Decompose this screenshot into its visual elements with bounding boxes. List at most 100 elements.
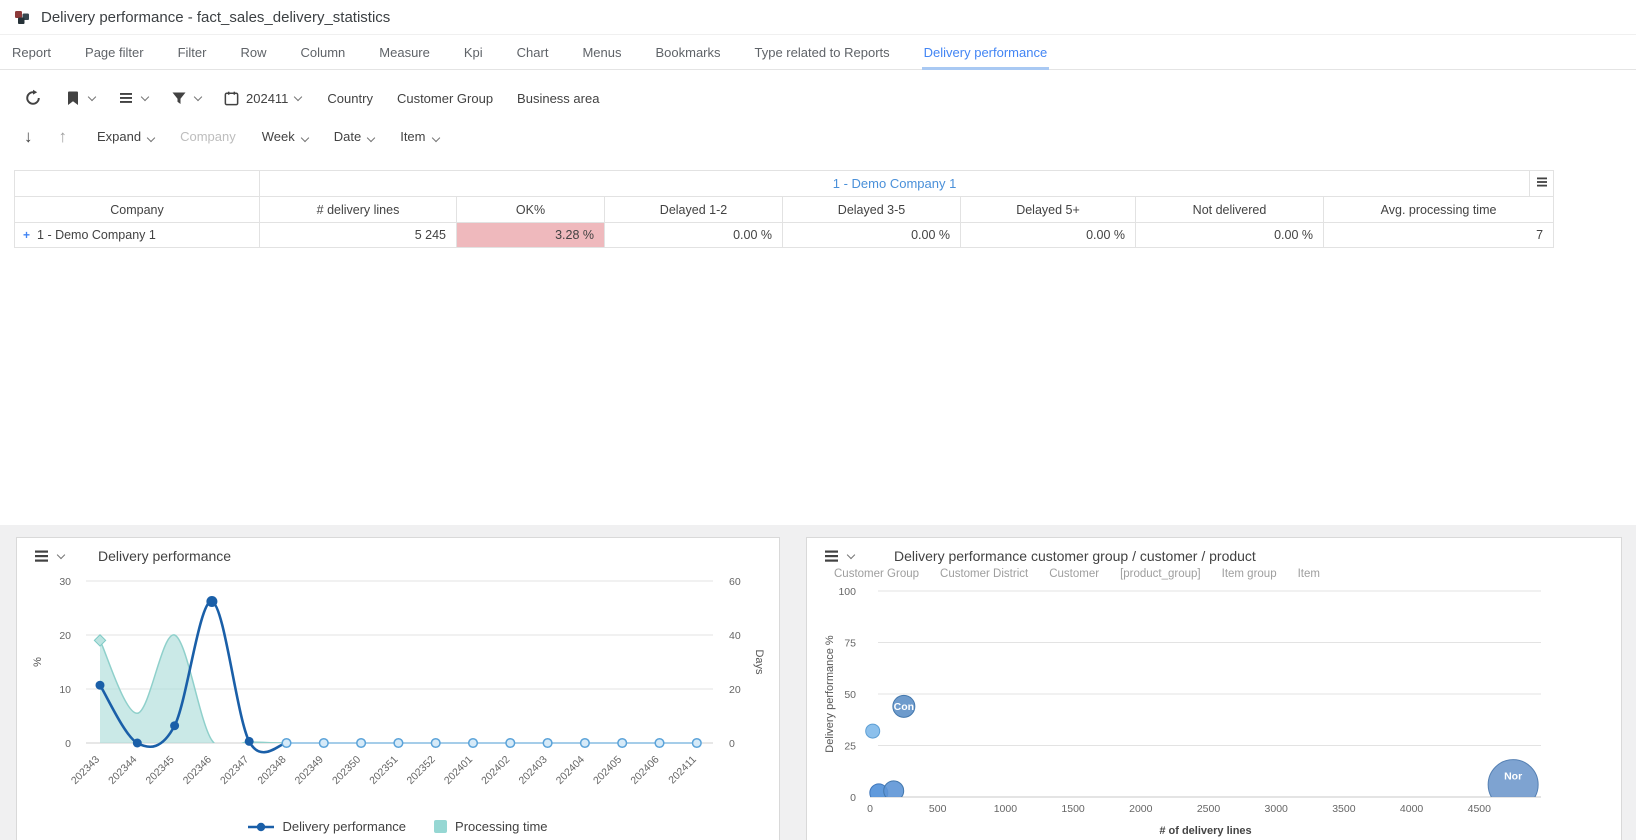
col-header-ok-pct[interactable]: OK% <box>456 196 605 223</box>
line-point[interactable] <box>318 737 329 749</box>
table-menu-button[interactable] <box>1529 170 1555 197</box>
col-header-delayed-3-5[interactable]: Delayed 3-5 <box>782 196 961 223</box>
col-header-avg-processing-time[interactable]: Avg. processing time <box>1322 196 1555 223</box>
tab-delivery-performance[interactable]: Delivery performance <box>921 34 1050 70</box>
tab-report[interactable]: Report <box>10 34 53 70</box>
period-dropdown[interactable]: 202411 <box>223 90 303 107</box>
filter-dropdown[interactable] <box>170 89 203 107</box>
date-dropdown[interactable]: Date <box>334 129 376 144</box>
bubble-nor[interactable] <box>1487 759 1539 810</box>
tab-column[interactable]: Column <box>298 34 347 70</box>
svg-text:Con: Con <box>894 701 914 713</box>
breadcrumb-item[interactable]: Item <box>1298 568 1320 584</box>
chevron-down-icon <box>146 133 156 142</box>
bubble-point[interactable] <box>865 723 881 739</box>
tab-row[interactable]: Row <box>238 34 268 70</box>
tab-type-related-to-reports[interactable]: Type related to Reports <box>753 34 892 70</box>
line-point[interactable] <box>542 737 553 749</box>
business-area-filter-button[interactable]: Business area <box>517 91 599 106</box>
chevron-down-icon <box>431 133 440 142</box>
line-point[interactable] <box>281 737 292 749</box>
chevron-down-icon <box>846 550 856 559</box>
chart-menu-dropdown[interactable] <box>33 548 66 564</box>
country-filter-button[interactable]: Country <box>327 91 373 106</box>
col-header-delayed-1-2[interactable]: Delayed 1-2 <box>604 196 783 223</box>
tab-kpi[interactable]: Kpi <box>462 34 485 70</box>
expand-row-button[interactable]: + <box>23 228 30 242</box>
line-point[interactable] <box>467 737 479 749</box>
tab-bookmarks[interactable]: Bookmarks <box>653 34 722 70</box>
line-point[interactable] <box>393 737 404 749</box>
line-point[interactable] <box>170 721 180 731</box>
breadcrumb-item-group[interactable]: Item group <box>1222 568 1277 584</box>
bubble-series: Con Nor <box>865 694 1539 810</box>
tab-filter[interactable]: Filter <box>176 34 209 70</box>
menu-dropdown[interactable] <box>117 89 150 107</box>
svg-text:1000: 1000 <box>994 803 1018 815</box>
tab-measure[interactable]: Measure <box>377 34 432 70</box>
expand-dropdown[interactable]: Expand <box>97 129 156 144</box>
svg-text:202406: 202406 <box>628 754 661 787</box>
chart-title: Delivery performance <box>98 548 232 564</box>
breadcrumb-customer-district[interactable]: Customer District <box>940 568 1028 584</box>
line-marker-icon <box>248 822 275 831</box>
breadcrumb-product-group[interactable]: [product_group] <box>1120 568 1201 584</box>
breadcrumb-customer[interactable]: Customer <box>1049 568 1099 584</box>
bubble-point[interactable] <box>883 780 905 801</box>
line-point[interactable] <box>617 737 628 749</box>
week-dropdown[interactable]: Week <box>262 129 309 144</box>
move-down-button[interactable]: ↓ <box>24 128 33 145</box>
tab-page-filter[interactable]: Page filter <box>83 34 146 70</box>
svg-text:202347: 202347 <box>218 754 251 787</box>
col-header-not-delivered[interactable]: Not delivered <box>1135 196 1324 223</box>
table-corner-cell <box>14 170 260 197</box>
tab-chart[interactable]: Chart <box>515 34 551 70</box>
company-group-header-link[interactable]: 1 - Demo Company 1 <box>258 170 1531 197</box>
drilldown-breadcrumb: Customer Group Customer District Customer [… <box>807 568 1621 584</box>
delayed-5-cell: 0.00 % <box>960 222 1136 248</box>
chevron-down-icon <box>366 133 376 142</box>
customer-scatter-chart[interactable]: 02550751000 500 1000 1500 2000 2500 3000 3500 40… <box>807 584 1621 840</box>
delayed-3-5-cell: 0.00 % <box>782 222 961 248</box>
calendar-icon <box>224 91 239 105</box>
customer-group-filter-button[interactable]: Customer Group <box>397 91 493 106</box>
col-header-delivery-lines[interactable]: # delivery lines <box>259 196 457 223</box>
chevron-down-icon <box>193 92 203 101</box>
chart-menu-dropdown[interactable] <box>823 548 856 564</box>
col-header-delayed-5[interactable]: Delayed 5+ <box>960 196 1136 223</box>
svg-text:2000: 2000 <box>1129 803 1153 815</box>
col-header-company[interactable]: Company <box>14 196 260 223</box>
legend-delivery-performance[interactable]: Delivery performance <box>248 819 406 834</box>
customer-scatter-panel: Delivery performance customer group / cu… <box>806 537 1622 840</box>
tab-menus[interactable]: Menus <box>580 34 623 70</box>
refresh-button[interactable] <box>24 89 42 107</box>
line-point[interactable] <box>654 737 665 749</box>
bookmark-dropdown[interactable] <box>64 89 97 107</box>
svg-text:100: 100 <box>838 586 856 598</box>
line-point[interactable] <box>132 738 142 748</box>
bookmark-icon <box>68 91 78 105</box>
svg-text:50: 50 <box>844 689 856 701</box>
delivery-trend-chart[interactable]: 0 010 2020 4030 60% Days202343 202344 202345 202… <box>17 564 779 806</box>
page-title: Delivery performance - fact_sales_delive… <box>41 8 391 26</box>
svg-text:Delivery performance %: Delivery performance % <box>824 635 836 753</box>
svg-text:%: % <box>32 657 44 667</box>
line-point[interactable] <box>430 737 441 749</box>
item-dropdown[interactable]: Item <box>400 129 440 144</box>
svg-text:25: 25 <box>844 741 856 753</box>
move-up-button[interactable]: ↑ <box>59 128 68 145</box>
company-button[interactable]: Company <box>180 129 236 144</box>
line-point[interactable] <box>579 737 590 749</box>
line-point[interactable] <box>505 737 516 749</box>
area-point[interactable] <box>93 634 107 647</box>
line-point[interactable] <box>691 737 702 749</box>
breadcrumb-customer-group[interactable]: Customer Group <box>834 568 919 584</box>
line-point[interactable] <box>356 737 367 749</box>
x-axis-ticks: 202343 202344 202345 202346 202347 202348 2023… <box>69 754 699 787</box>
company-cell[interactable]: +1 - Demo Company 1 <box>14 222 260 248</box>
line-point[interactable] <box>95 680 105 690</box>
legend-processing-time[interactable]: Processing time <box>434 819 548 834</box>
line-point[interactable] <box>206 596 218 608</box>
line-point[interactable] <box>244 736 254 746</box>
svg-text:30: 30 <box>59 576 71 588</box>
